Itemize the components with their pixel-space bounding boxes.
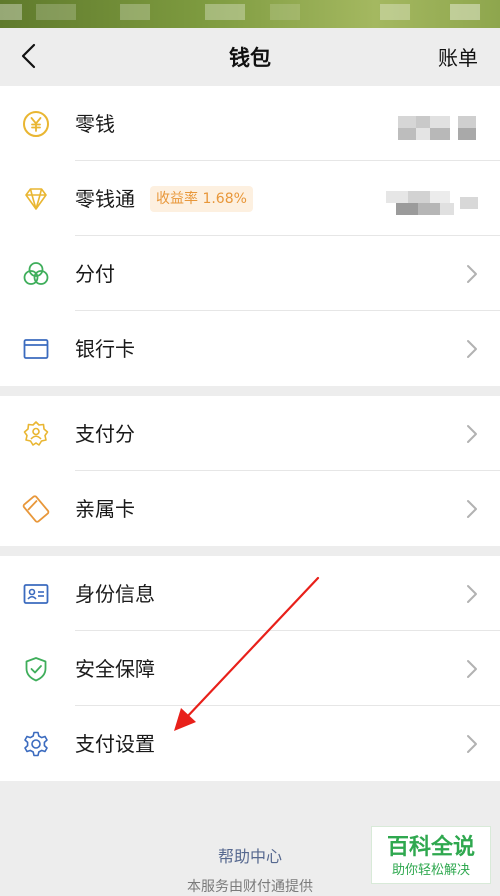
diamond-icon [25, 188, 47, 210]
status-bar [0, 0, 500, 28]
row-lingqiantong[interactable]: 零钱通 收益率 1.68% [0, 161, 500, 236]
row-pay-settings[interactable]: 支付设置 [0, 706, 500, 781]
chevron-right-icon [467, 585, 477, 603]
row-change-label: 零钱 [75, 112, 115, 136]
row-pay-score-label: 支付分 [75, 422, 135, 446]
page-title: 钱包 [229, 46, 271, 70]
row-fenfu[interactable]: 分付 [0, 236, 500, 311]
row-security[interactable]: 安全保障 [0, 631, 500, 706]
gear-icon [24, 731, 48, 757]
badge-person-icon [23, 421, 49, 446]
row-bank-card-label: 银行卡 [75, 337, 135, 361]
card-icon [23, 339, 49, 359]
watermark-subtitle: 助你轻松解决 [391, 863, 470, 878]
row-pay-score[interactable]: 支付分 [0, 396, 500, 471]
row-lingqiantong-label: 零钱通 [75, 187, 135, 211]
family-card-icon [22, 495, 50, 523]
three-circles-icon [23, 262, 49, 285]
chevron-right-icon [467, 265, 477, 283]
row-security-label: 安全保障 [75, 657, 155, 681]
row-identity[interactable]: 身份信息 [0, 556, 500, 631]
row-change[interactable]: 零钱 [0, 86, 500, 161]
wallet-group-settings: 身份信息 安全保障 支付设置 [0, 556, 500, 781]
yield-badge: 收益率 1.68% [150, 186, 253, 212]
chevron-right-icon [467, 660, 477, 678]
row-family-card[interactable]: 亲属卡 [0, 471, 500, 546]
nav-bar: 钱包 账单 [0, 28, 500, 84]
wallet-group-credit: 支付分 亲属卡 [0, 396, 500, 546]
watermark-title: 百科全说 [386, 835, 475, 860]
chevron-right-icon [467, 340, 477, 358]
chevron-right-icon [467, 500, 477, 518]
chevron-right-icon [467, 735, 477, 753]
row-identity-label: 身份信息 [75, 582, 155, 606]
bill-button[interactable]: 账单 [438, 42, 478, 71]
row-fenfu-label: 分付 [75, 262, 115, 286]
yuan-coin-icon [23, 111, 49, 137]
watermark-logo: 百科全说 助你轻松解决 [371, 826, 491, 884]
row-family-card-label: 亲属卡 [75, 497, 135, 521]
row-pay-settings-label: 支付设置 [75, 732, 155, 756]
row-bank-card[interactable]: 银行卡 [0, 311, 500, 386]
wallet-group-funds: 零钱 零钱通 收益率 1.68% 分付 银行卡 [0, 86, 500, 386]
id-card-icon [23, 584, 49, 604]
shield-check-icon [25, 657, 47, 682]
chevron-right-icon [467, 425, 477, 443]
